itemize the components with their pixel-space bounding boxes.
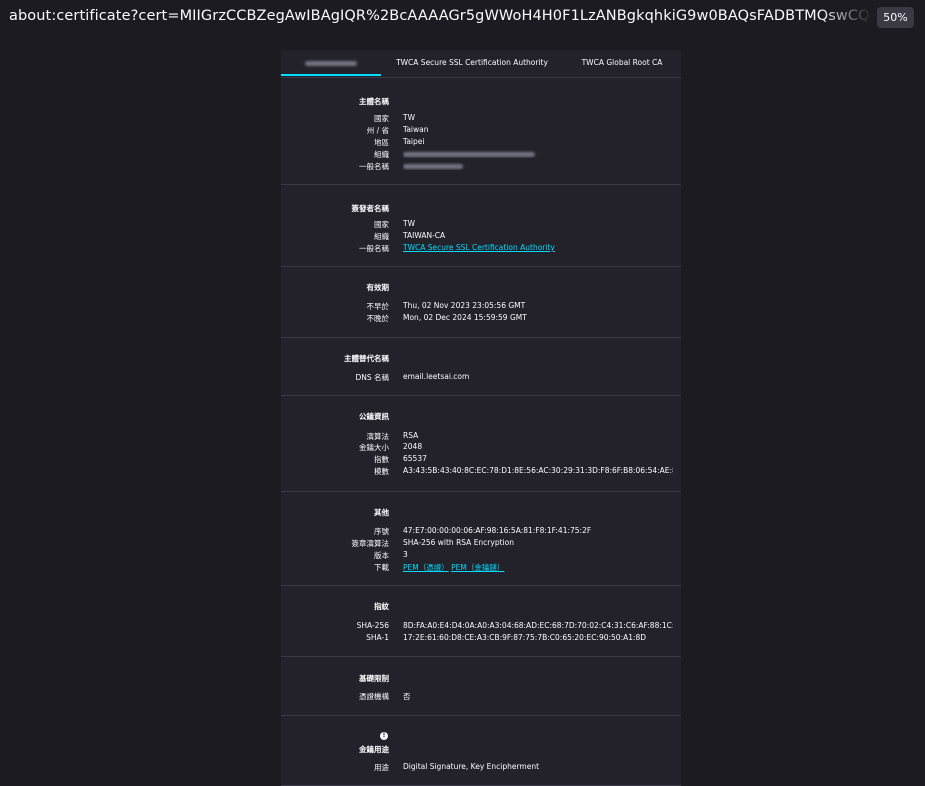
modulus-row: 模數 A3:43:5B:43:40:8C:EC:78:D1:8E:56:AC:3…	[374, 466, 673, 476]
issuer-country-row: 國家 TW	[374, 219, 415, 229]
subject-organization-row: 組織	[281, 149, 681, 161]
public-key-info-section: 公鑰資訊 演算法 RSA 金鑰大小 2048 指數 65537 模數 A3:43…	[281, 396, 681, 492]
section-title: 主體替代名稱	[344, 354, 389, 363]
certificate-authority-row: 憑證機構 否	[359, 692, 411, 701]
signature-algorithm-row: 簽章演算法 SHA-256 with RSA Encryption	[351, 538, 514, 548]
subject-name-section: 主體名稱 國家 TW 州 / 省 Taiwan 地區 Taipei 組織 一般名…	[281, 78, 681, 185]
info-icon[interactable]: !	[380, 732, 388, 740]
certificate-tabs: TWCA Secure SSL Certification Authority …	[281, 50, 681, 78]
section-title: 簽發者名稱	[351, 204, 390, 213]
section-title: 主體名稱	[359, 97, 389, 106]
download-pem-cert-link[interactable]: PEM（憑證）	[403, 563, 449, 572]
issuer-common-name-row: 一般名稱 TWCA Secure SSL Certification Autho…	[359, 243, 555, 253]
section-title: 其他	[374, 508, 389, 517]
redacted-value	[403, 163, 463, 169]
tab-intermediate-certificate[interactable]: TWCA Secure SSL Certification Authority	[381, 50, 563, 76]
section-title: 基礎限制	[359, 674, 389, 683]
url-bar[interactable]: about:certificate?cert=MIIGrzCCBZegAwIBA…	[0, 0, 925, 36]
tab-leaf-certificate[interactable]	[281, 50, 381, 76]
redacted-value	[403, 151, 535, 157]
not-after-row: 不晚於 Mon, 02 Dec 2024 15:59:59 GMT	[366, 313, 527, 323]
sha256-row: SHA-256 8D:FA:A0:E4:D4:0A:A0:A3:04:68:AD…	[356, 621, 673, 630]
subject-alt-name-section: 主體替代名稱 DNS 名稱 email.leetsai.com	[281, 338, 681, 396]
certificate-viewer: TWCA Secure SSL Certification Authority …	[281, 50, 681, 786]
exponent-row: 指數 65537	[374, 454, 427, 464]
download-pem-chain-link[interactable]: PEM（金鑰鏈）	[451, 563, 504, 572]
sha1-row: SHA-1 17:2E:61:60:D8:CE:A3:CB:9F:87:75:7…	[366, 633, 647, 642]
validity-section: 有效期 不早於 Thu, 02 Nov 2023 23:05:56 GMT 不晚…	[281, 267, 681, 338]
misc-section: 其他 序號 47:E7:00:00:00:06:AF:98:16:5A:81:F…	[281, 492, 681, 586]
subject-locality-row: 地區 Taipei	[374, 137, 425, 147]
basic-constraints-section: 基礎限制 憑證機構 否	[281, 657, 681, 716]
usages-row: 用途 Digital Signature, Key Encipherment	[374, 762, 540, 772]
serial-number-row: 序號 47:E7:00:00:00:06:AF:98:16:5A:81:F8:1…	[374, 526, 592, 536]
version-row: 版本 3	[374, 550, 408, 560]
section-title: 公鑰資訊	[359, 412, 389, 421]
issuer-name-section: 簽發者名稱 國家 TW 組織 TAIWAN-CA 一般名稱 TWCA Secur…	[281, 185, 681, 267]
subject-common-name-row: 一般名稱	[281, 161, 681, 173]
zoom-level-button[interactable]: 50%	[877, 7, 914, 28]
section-title: 有效期	[366, 283, 390, 292]
section-title: 金鑰用途	[359, 745, 389, 754]
key-size-row: 金鑰大小 2048	[359, 442, 423, 452]
not-before-row: 不早於 Thu, 02 Nov 2023 23:05:56 GMT	[366, 301, 526, 311]
issuer-link[interactable]: TWCA Secure SSL Certification Authority	[403, 243, 555, 252]
fingerprints-section: 指紋 SHA-256 8D:FA:A0:E4:D4:0A:A0:A3:04:68…	[281, 586, 681, 657]
redacted-tab-label	[305, 60, 357, 66]
download-row: 下載 PEM（憑證） PEM（金鑰鏈）	[374, 563, 505, 572]
subject-state-row: 州 / 省 Taiwan	[366, 125, 429, 135]
subject-country-row: 國家 TW	[374, 113, 415, 123]
tab-root-certificate[interactable]: TWCA Global Root CA	[563, 50, 681, 76]
section-title: 指紋	[374, 602, 389, 611]
url-fade	[820, 0, 872, 36]
url-text[interactable]: about:certificate?cert=MIIGrzCCBZegAwIBA…	[9, 8, 871, 24]
key-usage-section: ! 金鑰用途 用途 Digital Signature, Key Enciphe…	[281, 716, 681, 786]
issuer-organization-row: 組織 TAIWAN-CA	[374, 231, 446, 241]
dns-name-row: DNS 名稱 email.leetsai.com	[355, 372, 470, 382]
